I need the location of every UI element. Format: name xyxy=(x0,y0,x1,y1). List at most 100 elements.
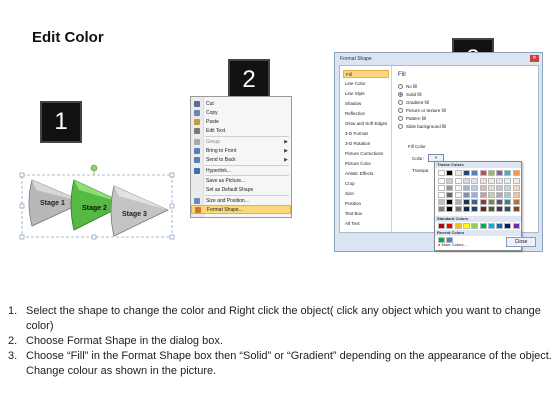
theme-swatch[interactable] xyxy=(438,185,445,191)
standard-swatch[interactable] xyxy=(446,223,454,229)
menu-item-bring-to-front[interactable]: Bring to Front ▶ xyxy=(191,147,291,156)
menu-item-copy[interactable]: Copy xyxy=(191,108,291,117)
standard-swatch[interactable] xyxy=(496,223,504,229)
theme-swatch[interactable] xyxy=(504,192,512,198)
menu-item-format-shape[interactable]: Format Shape... xyxy=(191,205,291,215)
theme-swatch[interactable] xyxy=(454,192,462,198)
radio-solid-fill[interactable]: Solid fill xyxy=(398,92,422,97)
theme-swatch[interactable] xyxy=(446,185,454,191)
theme-swatch[interactable] xyxy=(479,178,487,184)
radio-slide-background-fill[interactable]: Slide background fill xyxy=(398,124,446,129)
theme-swatch[interactable] xyxy=(487,199,495,205)
theme-swatch[interactable] xyxy=(446,178,454,184)
category-crop[interactable]: Crop xyxy=(343,180,389,188)
theme-swatch[interactable] xyxy=(438,192,445,198)
standard-swatch[interactable] xyxy=(479,223,487,229)
category-line-style[interactable]: Line Style xyxy=(343,90,389,98)
category-glow-and-soft-edges[interactable]: Glow and Soft Edges xyxy=(343,120,389,128)
theme-swatch[interactable] xyxy=(462,170,470,176)
theme-swatch[interactable] xyxy=(487,170,495,176)
radio-no-fill[interactable]: No fill xyxy=(398,84,417,89)
theme-swatch[interactable] xyxy=(496,185,504,191)
theme-swatch[interactable] xyxy=(446,206,454,212)
theme-swatch[interactable] xyxy=(487,178,495,184)
category-reflection[interactable]: Reflection xyxy=(343,110,389,118)
theme-swatch[interactable] xyxy=(462,185,470,191)
category-3-d-rotation[interactable]: 3-D Rotation xyxy=(343,140,389,148)
theme-swatch[interactable] xyxy=(454,178,462,184)
radio-picture-or-texture-fill[interactable]: Picture or texture fill xyxy=(398,108,446,113)
theme-swatch[interactable] xyxy=(504,206,512,212)
theme-swatch[interactable] xyxy=(496,199,504,205)
recent-swatch[interactable] xyxy=(438,237,445,243)
theme-swatch[interactable] xyxy=(471,170,479,176)
theme-swatch[interactable] xyxy=(438,206,445,212)
category-3-d-format[interactable]: 3-D Format xyxy=(343,130,389,138)
theme-swatch[interactable] xyxy=(512,206,520,212)
category-text-box[interactable]: Text Box xyxy=(343,210,389,218)
category-size[interactable]: Size xyxy=(343,190,389,198)
menu-item-cut[interactable]: Cut xyxy=(191,99,291,108)
theme-swatch[interactable] xyxy=(471,206,479,212)
theme-swatch[interactable] xyxy=(471,199,479,205)
theme-swatch[interactable] xyxy=(454,170,462,176)
theme-swatch[interactable] xyxy=(446,170,454,176)
theme-swatch[interactable] xyxy=(462,178,470,184)
theme-swatch[interactable] xyxy=(446,199,454,205)
recent-swatch[interactable] xyxy=(446,237,454,243)
theme-swatch[interactable] xyxy=(496,206,504,212)
theme-swatch[interactable] xyxy=(487,206,495,212)
theme-swatch[interactable] xyxy=(512,199,520,205)
theme-swatch[interactable] xyxy=(487,185,495,191)
theme-swatch[interactable] xyxy=(438,178,445,184)
theme-swatch[interactable] xyxy=(462,192,470,198)
theme-swatch[interactable] xyxy=(487,192,495,198)
theme-swatch[interactable] xyxy=(446,192,454,198)
menu-item-set-as-default-shape[interactable]: Set as Default Shape xyxy=(191,186,291,195)
theme-swatch[interactable] xyxy=(479,206,487,212)
theme-swatch[interactable] xyxy=(462,206,470,212)
menu-item-send-to-back[interactable]: Send to Back ▶ xyxy=(191,156,291,165)
standard-swatch[interactable] xyxy=(438,223,445,229)
category-shadow[interactable]: Shadow xyxy=(343,100,389,108)
category-picture-corrections[interactable]: Picture Corrections xyxy=(343,150,389,158)
theme-swatch[interactable] xyxy=(438,199,445,205)
standard-swatch[interactable] xyxy=(512,223,520,229)
theme-swatch[interactable] xyxy=(496,178,504,184)
theme-swatch[interactable] xyxy=(504,199,512,205)
theme-swatch[interactable] xyxy=(438,170,445,176)
theme-swatch[interactable] xyxy=(462,199,470,205)
menu-item-save-as-picture[interactable]: Save as Picture... xyxy=(191,176,291,185)
category-position[interactable]: Position xyxy=(343,200,389,208)
category-alt-text[interactable]: Alt Text xyxy=(343,220,389,228)
standard-swatch[interactable] xyxy=(454,223,462,229)
standard-swatch[interactable] xyxy=(487,223,495,229)
standard-swatch[interactable] xyxy=(471,223,479,229)
theme-swatch[interactable] xyxy=(504,178,512,184)
menu-item-group[interactable]: Group ▶ xyxy=(191,137,291,146)
theme-swatch[interactable] xyxy=(504,185,512,191)
theme-swatch[interactable] xyxy=(512,178,520,184)
theme-swatch[interactable] xyxy=(512,185,520,191)
theme-swatch[interactable] xyxy=(471,178,479,184)
menu-item-size-and-position[interactable]: Size and Position... xyxy=(191,196,291,205)
menu-item-paste[interactable]: Paste xyxy=(191,118,291,127)
category-line-color[interactable]: Line Color xyxy=(343,80,389,88)
theme-swatch[interactable] xyxy=(512,170,520,176)
menu-item-hyperlink[interactable]: Hyperlink... xyxy=(191,166,291,175)
theme-swatch[interactable] xyxy=(454,185,462,191)
standard-swatch[interactable] xyxy=(462,223,470,229)
standard-swatch[interactable] xyxy=(504,223,512,229)
theme-swatch[interactable] xyxy=(479,199,487,205)
theme-swatch[interactable] xyxy=(496,170,504,176)
menu-item-edit-text[interactable]: Edit Text xyxy=(191,127,291,136)
close-button[interactable]: Close xyxy=(506,237,536,247)
theme-swatch[interactable] xyxy=(479,185,487,191)
theme-swatch[interactable] xyxy=(479,192,487,198)
theme-swatch[interactable] xyxy=(512,192,520,198)
theme-swatch[interactable] xyxy=(479,170,487,176)
theme-swatch[interactable] xyxy=(454,199,462,205)
theme-swatch[interactable] xyxy=(471,192,479,198)
theme-swatch[interactable] xyxy=(504,170,512,176)
radio-gradient-fill[interactable]: Gradient fill xyxy=(398,100,429,105)
